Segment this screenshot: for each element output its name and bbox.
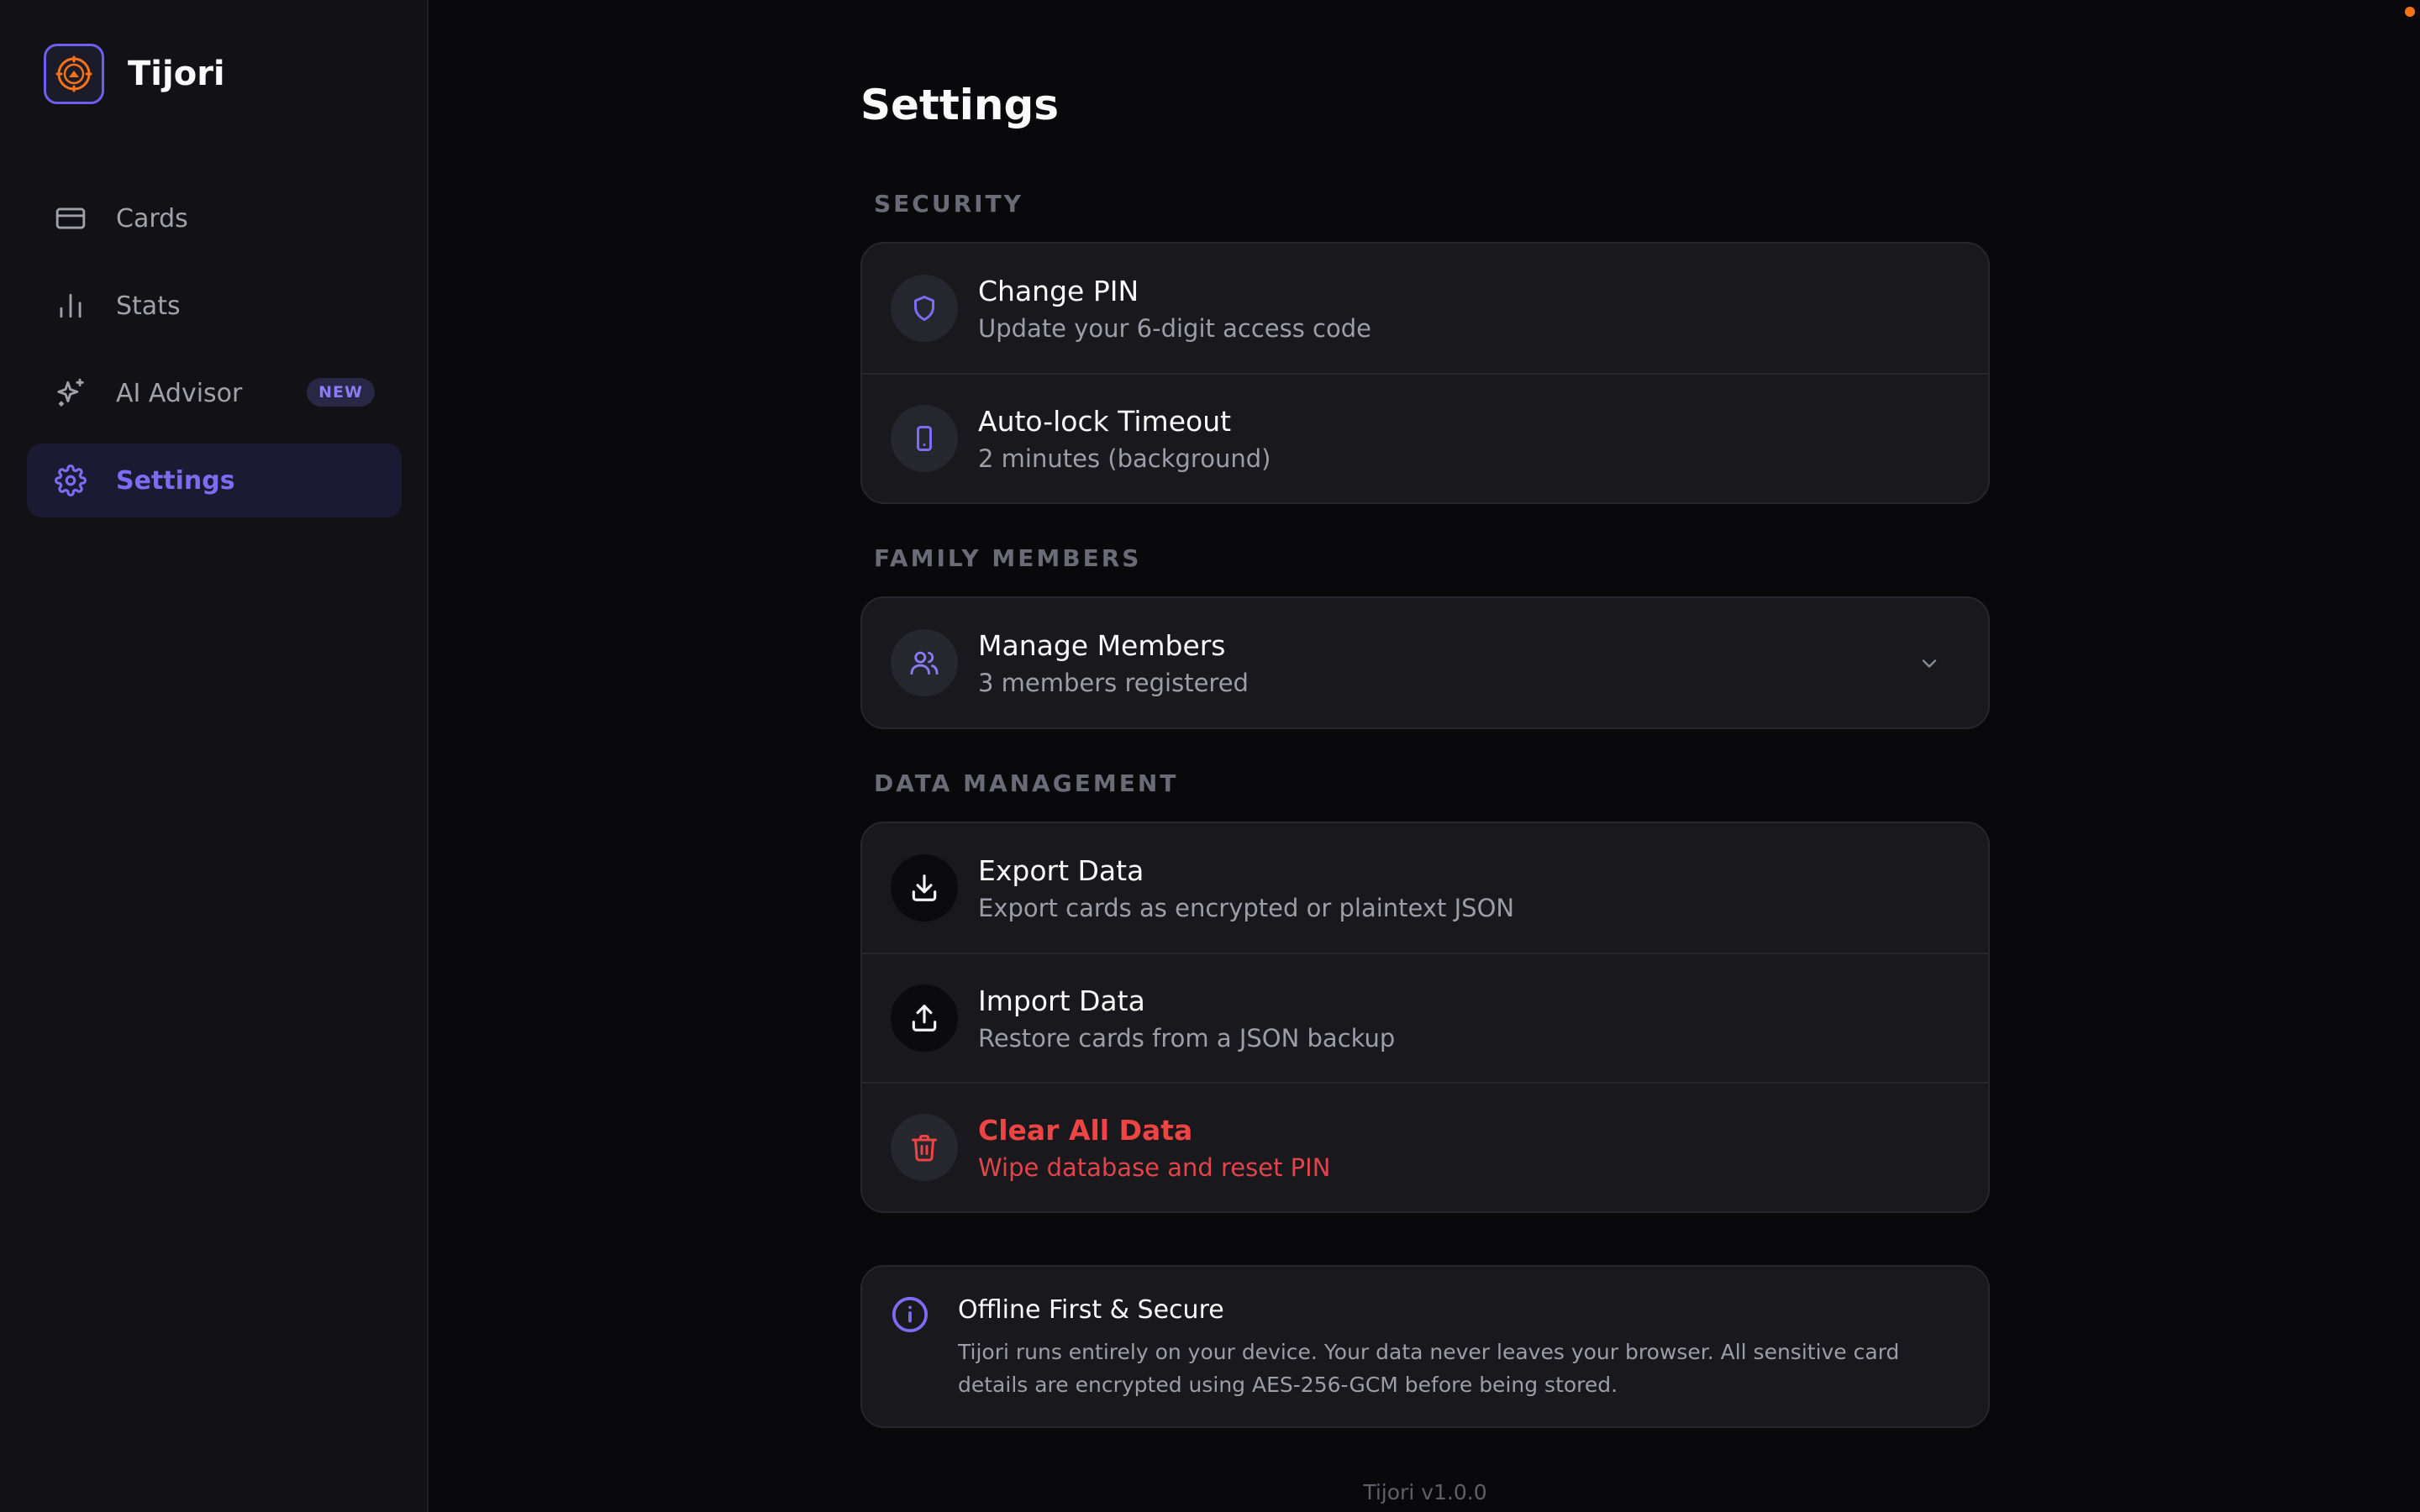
brand[interactable]: Tijori [44,44,225,104]
row-subtitle: 3 members registered [978,668,1249,697]
version-label: Tijori v1.0.0 [1363,1480,1487,1504]
app-window: Tijori Cards Stats AI Advisor NEW Settin… [0,0,2420,1512]
sidebar-nav: Cards Stats AI Advisor NEW Settings [27,181,402,531]
app-name: Tijori [128,55,225,93]
row-title: Manage Members [978,628,1226,662]
info-icon [891,1295,933,1337]
auto-lock-row[interactable]: Auto-lock Timeout 2 minutes (background) [862,373,1988,502]
gear-icon [54,464,87,497]
sidebar: Tijori Cards Stats AI Advisor NEW Settin… [0,0,429,1512]
sidebar-item-label: Stats [116,291,181,321]
section-label-security: SECURITY [874,190,1023,218]
sparkles-icon [54,376,87,410]
row-subtitle: Wipe database and reset PIN [978,1152,1331,1182]
import-data-row[interactable]: Import Data Restore cards from a JSON ba… [862,953,1988,1082]
manage-members-row[interactable]: Manage Members 3 members registered [862,598,1988,727]
row-subtitle: Update your 6-digit access code [978,313,1371,343]
download-icon [891,854,958,921]
row-title: Import Data [978,984,1145,1017]
family-card: Manage Members 3 members registered [860,596,1990,729]
bar-chart-icon [54,289,87,323]
clear-data-row[interactable]: Clear All Data Wipe database and reset P… [862,1082,1988,1211]
sidebar-item-ai-advisor[interactable]: AI Advisor NEW [27,356,402,430]
row-title: Auto-lock Timeout [978,404,1232,438]
info-panel: Offline First & Secure Tijori runs entir… [860,1265,1990,1428]
row-subtitle: Export cards as encrypted or plaintext J… [978,893,1515,922]
row-subtitle: Restore cards from a JSON backup [978,1023,1396,1053]
info-body: Tijori runs entirely on your device. You… [958,1340,1900,1397]
phone-icon [891,405,958,472]
row-title: Change PIN [978,274,1139,307]
credit-card-icon [54,202,87,235]
section-label-family: FAMILY MEMBERS [874,544,1142,572]
data-card: Export Data Export cards as encrypted or… [860,822,1990,1213]
status-dot [2405,7,2415,17]
sidebar-item-label: Cards [116,203,188,234]
change-pin-row[interactable]: Change PIN Update your 6-digit access co… [862,244,1988,373]
vault-dial-icon [44,44,104,104]
sidebar-item-label: AI Advisor [116,378,243,408]
users-icon [891,629,958,696]
new-badge: NEW [307,378,375,407]
section-label-data: DATA MANAGEMENT [874,769,1179,797]
chevron-down-icon[interactable] [1912,647,1946,680]
security-card: Change PIN Update your 6-digit access co… [860,242,1990,504]
sidebar-item-stats[interactable]: Stats [27,269,402,343]
export-data-row[interactable]: Export Data Export cards as encrypted or… [862,823,1988,953]
row-title: Export Data [978,853,1144,887]
upload-icon [891,984,958,1052]
sidebar-item-cards[interactable]: Cards [27,181,402,255]
trash-icon [891,1114,958,1181]
sidebar-item-label: Settings [116,465,235,496]
row-subtitle: 2 minutes (background) [978,444,1271,473]
page-title: Settings [860,81,1060,129]
info-title: Offline First & Secure [958,1295,1224,1325]
shield-icon [891,275,958,342]
sidebar-item-settings[interactable]: Settings [27,444,402,517]
row-title: Clear All Data [978,1113,1193,1147]
